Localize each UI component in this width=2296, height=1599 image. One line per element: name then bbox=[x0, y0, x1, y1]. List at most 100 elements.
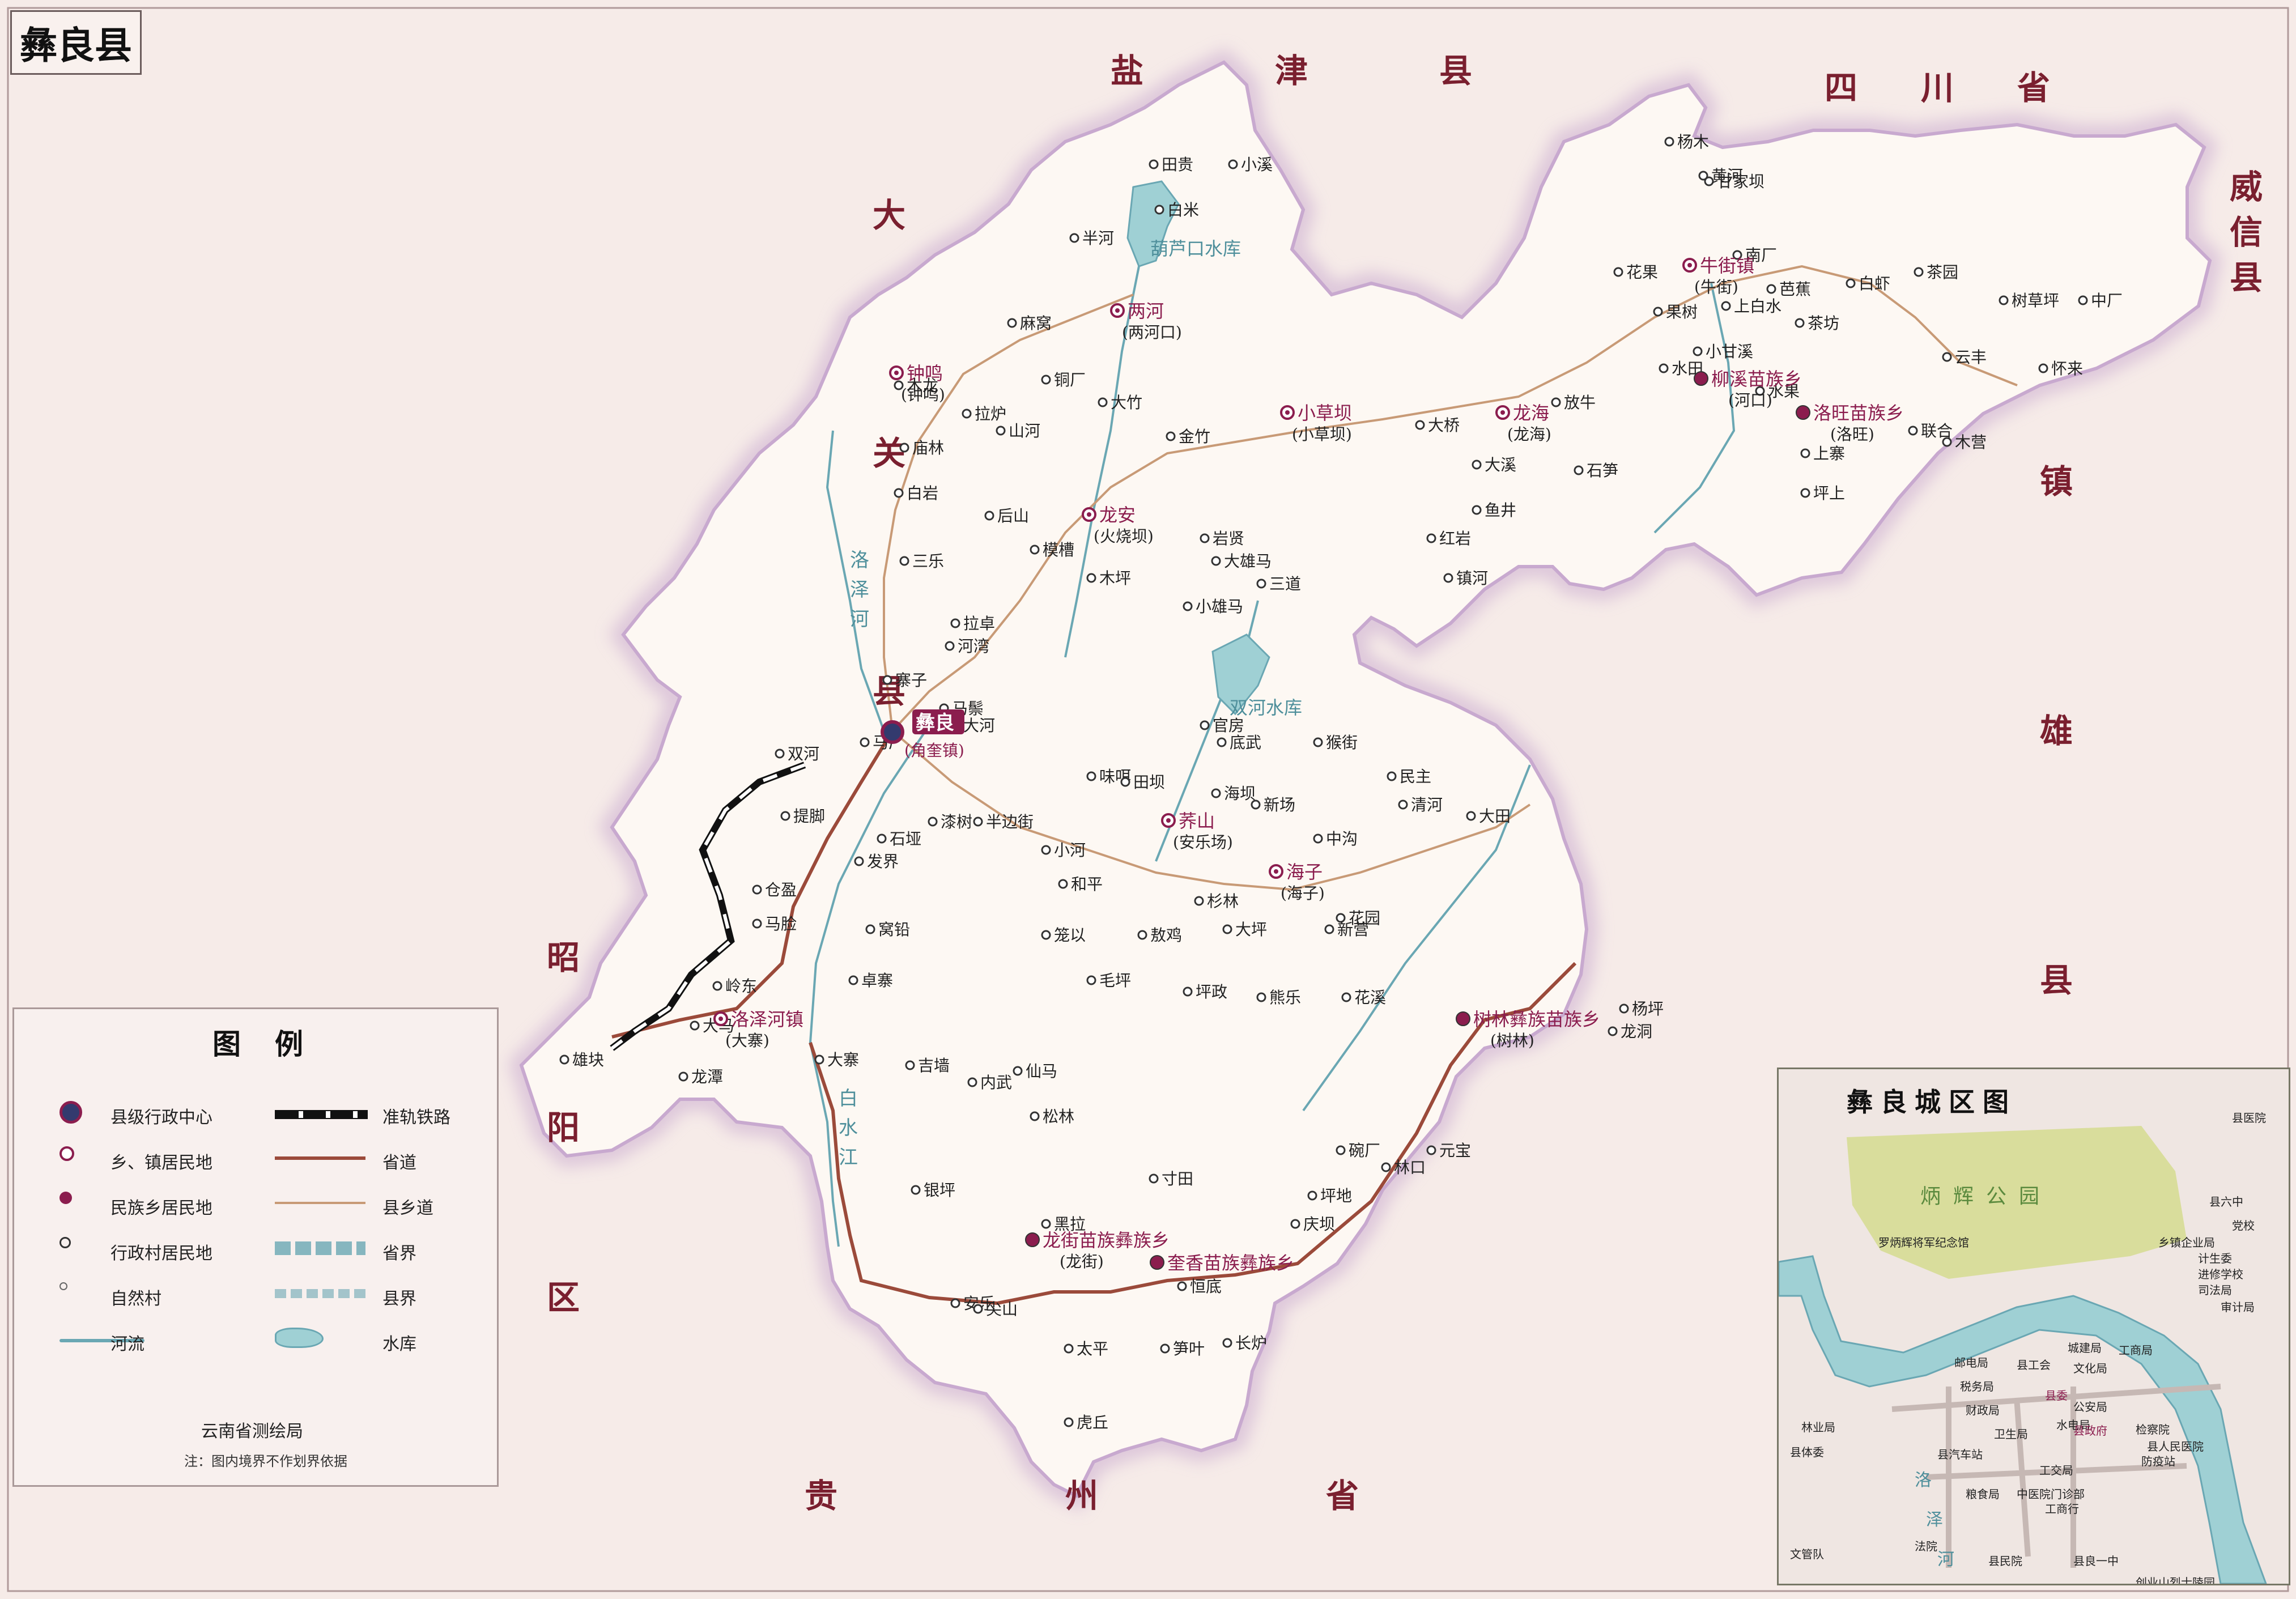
inset-river-label: 河 bbox=[1937, 1550, 1954, 1570]
village-name: 茶园 bbox=[1927, 263, 1958, 282]
village-name: 三乐 bbox=[912, 552, 944, 571]
village-name: 小雄马 bbox=[1196, 597, 1243, 616]
inset-place: 检察院 bbox=[2136, 1423, 2170, 1436]
river-label: 白 bbox=[839, 1087, 858, 1110]
town-name: 两河 bbox=[1128, 300, 1164, 322]
town-name: 钟鸣 bbox=[907, 363, 943, 384]
inset-place: 中医院门诊部 bbox=[2017, 1487, 2085, 1501]
village-name: 中厂 bbox=[2091, 291, 2123, 310]
village-name: 大河 bbox=[963, 716, 995, 735]
village-marker bbox=[1914, 267, 1924, 277]
village-name: 猴街 bbox=[1326, 733, 1358, 752]
village-marker bbox=[1200, 720, 1210, 730]
village-name: 黄河 bbox=[1711, 167, 1743, 185]
village-name: 大雄马 bbox=[1224, 552, 1272, 571]
neighbor-label: 省 bbox=[1326, 1477, 1359, 1515]
village-name: 碗厂 bbox=[1349, 1141, 1380, 1160]
village-marker bbox=[1800, 448, 1810, 458]
village-marker bbox=[848, 975, 858, 985]
neighbor-label: 雄 bbox=[2040, 712, 2073, 750]
legend-title: 图例 bbox=[212, 1027, 337, 1061]
village-name: 仙马 bbox=[1026, 1062, 1057, 1081]
village-name: 笋叶 bbox=[1173, 1339, 1205, 1358]
village-marker bbox=[1664, 137, 1674, 147]
village-name: 坪上 bbox=[1813, 484, 1845, 503]
town-sub: (小草坝) bbox=[1292, 425, 1352, 444]
river-label: 泽 bbox=[850, 579, 869, 601]
village-marker bbox=[1613, 267, 1623, 277]
village-marker bbox=[1041, 375, 1051, 385]
village-name: 大寨 bbox=[827, 1051, 859, 1069]
legend-symbol-county-border bbox=[275, 1289, 365, 1298]
town-sub: (龙海) bbox=[1507, 425, 1551, 444]
village-marker bbox=[1154, 205, 1164, 215]
village-name: 毛坪 bbox=[1099, 971, 1131, 990]
town-sub: (钟鸣) bbox=[901, 385, 945, 404]
village-name: 坪地 bbox=[1320, 1187, 1352, 1205]
village-marker bbox=[1256, 992, 1266, 1002]
town-marker-dot bbox=[1087, 512, 1091, 517]
village-marker bbox=[1999, 295, 2009, 305]
village-name: 铜厂 bbox=[1054, 371, 1086, 389]
village-marker bbox=[899, 443, 909, 453]
ethnic-town-marker bbox=[1150, 1255, 1164, 1270]
village-marker bbox=[2038, 363, 2048, 373]
map-title: 彝良县 bbox=[10, 10, 142, 75]
village-marker bbox=[1013, 1066, 1023, 1076]
village-marker bbox=[1086, 573, 1096, 583]
inset-place: 县委 bbox=[2045, 1389, 2068, 1402]
legend-symbol-seat bbox=[59, 1101, 82, 1124]
village-marker bbox=[1942, 437, 1952, 447]
village-marker bbox=[1551, 397, 1561, 407]
village-marker bbox=[894, 488, 904, 498]
village-name: 田坝 bbox=[1133, 773, 1165, 792]
inset-place: 创业山烈士陵园 bbox=[2136, 1576, 2215, 1585]
legend-symbol-town bbox=[59, 1146, 74, 1161]
village-marker bbox=[2078, 295, 2088, 305]
village-name: 小河 bbox=[1054, 841, 1086, 860]
town-marker-dot bbox=[894, 371, 899, 375]
legend-symbol-village bbox=[59, 1237, 71, 1248]
village-marker bbox=[877, 833, 887, 844]
inset-place: 审计局 bbox=[2221, 1300, 2255, 1314]
village-name: 大桥 bbox=[1428, 416, 1460, 435]
village-marker bbox=[1211, 556, 1221, 566]
village-marker bbox=[1030, 1111, 1040, 1121]
village-name: 新营 bbox=[1337, 920, 1369, 939]
village-marker bbox=[678, 1071, 688, 1082]
village-name: 白虾 bbox=[1859, 274, 1890, 293]
inset-city-map: 彝良城区图 罗炳辉将军纪念馆 县六中 党校 乡镇企业局 计生委 进修学校 司法局 审计局 城建局… bbox=[1777, 1068, 2290, 1585]
village-marker bbox=[1290, 1219, 1300, 1229]
town-marker-dot bbox=[718, 1017, 723, 1021]
reservoir-label: 双河水库 bbox=[1230, 697, 1302, 718]
village-marker bbox=[1942, 352, 1952, 362]
legend-label: 省界 bbox=[382, 1244, 416, 1264]
ethnic-town-name: 柳溪苗族乡 bbox=[1711, 368, 1802, 390]
town-sub: (安乐场) bbox=[1173, 833, 1233, 852]
town-name: 龙安 bbox=[1099, 504, 1136, 526]
town-name: 龙海 bbox=[1513, 402, 1549, 424]
river-label: 江 bbox=[839, 1146, 858, 1169]
village-marker bbox=[1653, 307, 1663, 317]
village-marker bbox=[1086, 975, 1096, 985]
inset-place: 县人民医院 bbox=[2147, 1440, 2204, 1453]
legend-symbol-county-road bbox=[275, 1202, 365, 1204]
neighbor-label: 贵 bbox=[805, 1477, 837, 1515]
village-name: 松林 bbox=[1043, 1107, 1074, 1126]
village-name: 果树 bbox=[1666, 303, 1698, 321]
village-marker bbox=[1336, 1145, 1346, 1155]
village-marker bbox=[1415, 420, 1425, 430]
village-marker bbox=[1064, 1343, 1074, 1354]
town-sub: (大寨) bbox=[725, 1031, 769, 1050]
village-name: 龙洞 bbox=[1621, 1022, 1652, 1041]
inset-place: 进修学校 bbox=[2198, 1268, 2243, 1281]
village-name: 金竹 bbox=[1179, 427, 1210, 446]
village-name: 双河 bbox=[788, 745, 819, 763]
village-marker bbox=[780, 811, 790, 821]
village-name: 中沟 bbox=[1326, 830, 1358, 848]
village-marker bbox=[911, 1185, 921, 1195]
village-marker bbox=[865, 924, 875, 934]
village-marker bbox=[775, 749, 785, 759]
village-marker bbox=[1659, 363, 1669, 373]
inset-park-label: 炳辉公园 bbox=[1920, 1185, 2052, 1208]
